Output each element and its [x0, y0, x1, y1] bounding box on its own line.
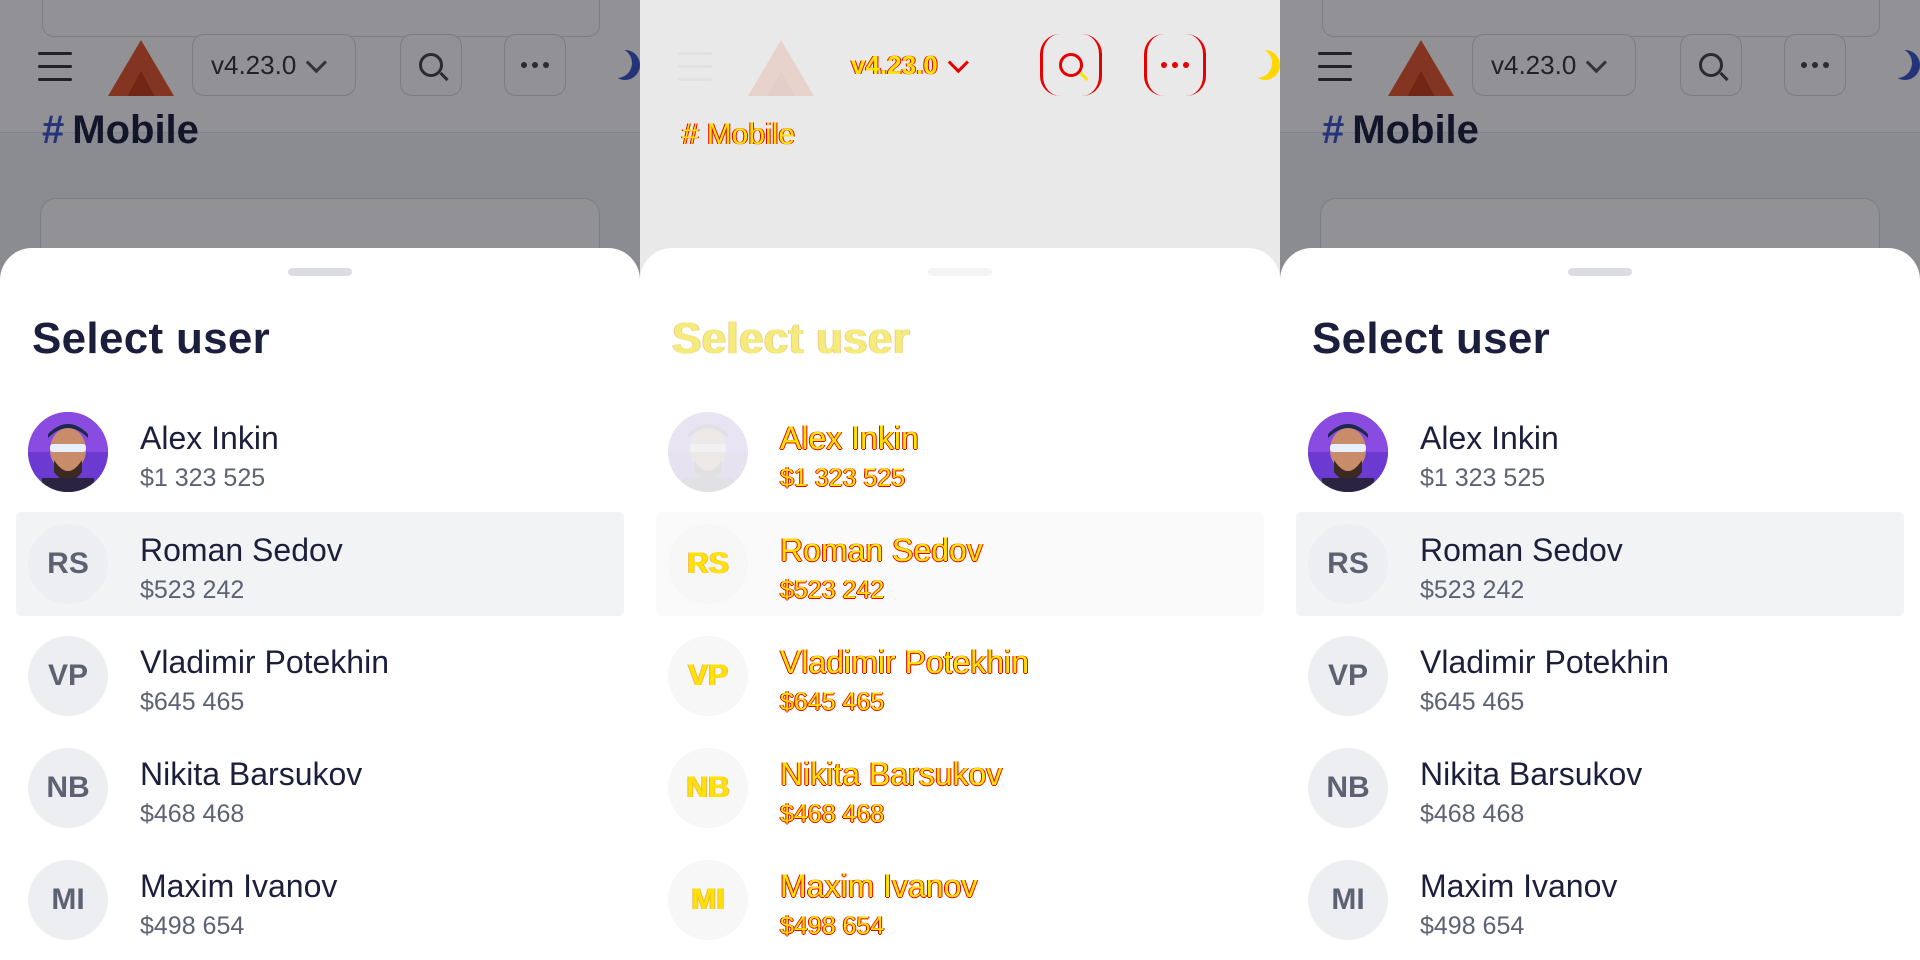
avatar-photo — [28, 412, 108, 492]
user-row[interactable]: MI Maxim Ivanov $498 654 — [656, 848, 1264, 952]
user-name: Roman Sedov — [780, 532, 983, 568]
user-photo-icon — [668, 412, 748, 492]
sheet-drag-handle[interactable] — [1568, 268, 1632, 276]
user-name: Maxim Ivanov — [1420, 868, 1618, 904]
mobile-frame-left: v4.23.0 # Mobile Select user Alex Inkin $1… — [0, 0, 640, 960]
user-row[interactable]: RS Roman Sedov $523 242 — [656, 512, 1264, 616]
user-balance: $498 654 — [140, 912, 245, 940]
user-row[interactable]: Alex Inkin $1 323 525 — [16, 400, 624, 504]
user-list: Alex Inkin $1 323 525 RS Roman Sedov $523 24… — [16, 400, 624, 960]
avatar-initials: RS — [668, 524, 748, 604]
taiga-logo-icon[interactable] — [748, 40, 814, 96]
user-photo-icon — [28, 412, 108, 492]
avatar-initials: NB — [1308, 748, 1388, 828]
avatar-initials: RS — [1308, 524, 1388, 604]
user-name: Roman Sedov — [140, 532, 343, 568]
select-user-sheet: Select user Alex Inkin $1 323 525 RS Roman … — [1280, 248, 1920, 960]
user-row[interactable]: Alex Inkin $1 323 525 — [656, 400, 1264, 504]
avatar-initials: MI — [668, 860, 748, 940]
user-row[interactable]: VP Vladimir Potekhin $645 465 — [16, 624, 624, 728]
user-balance: $468 468 — [780, 800, 885, 828]
docs-header: v4.23.0 — [640, 0, 1280, 132]
user-balance: $1 323 525 — [1420, 464, 1546, 492]
user-name: Vladimir Potekhin — [140, 644, 389, 680]
avatar-photo — [668, 412, 748, 492]
user-row[interactable]: NB Nikita Barsukov $468 468 — [16, 736, 624, 840]
avatar-initials: NB — [668, 748, 748, 828]
user-row[interactable]: MI Maxim Ivanov $498 654 — [16, 848, 624, 952]
avatar-initials: MI — [1308, 860, 1388, 940]
version-label: v4.23.0 — [851, 49, 938, 80]
user-row[interactable]: MI Maxim Ivanov $498 654 — [1296, 848, 1904, 952]
user-row[interactable]: RS Roman Sedov $523 242 — [1296, 512, 1904, 616]
user-balance: $645 465 — [780, 688, 885, 716]
search-button[interactable] — [1040, 34, 1102, 96]
hamburger-menu-icon[interactable] — [676, 52, 714, 82]
user-list: Alex Inkin $1 323 525 RS Roman Sedov $523 24… — [656, 400, 1264, 960]
user-name: Nikita Barsukov — [140, 756, 363, 792]
avatar-initials: VP — [28, 636, 108, 716]
user-balance: $498 654 — [780, 912, 885, 940]
search-icon — [1059, 53, 1083, 77]
avatar-initials: MI — [28, 860, 108, 940]
avatar-initials: VP — [668, 636, 748, 716]
sheet-title: Select user — [672, 314, 911, 363]
user-balance: $523 242 — [780, 576, 885, 604]
user-balance: $645 465 — [140, 688, 245, 716]
avatar-initials: VP — [1308, 636, 1388, 716]
moon-icon[interactable] — [1250, 50, 1280, 80]
user-balance: $523 242 — [140, 576, 245, 604]
user-name: Nikita Barsukov — [1420, 756, 1643, 792]
page-heading-text: Mobile — [706, 118, 796, 151]
user-list: Alex Inkin $1 323 525 RS Roman Sedov $523 24… — [1296, 400, 1904, 960]
user-row[interactable]: VP Vladimir Potekhin $645 465 — [656, 624, 1264, 728]
user-name: Vladimir Potekhin — [780, 644, 1029, 680]
more-horizontal-icon — [1161, 62, 1189, 68]
mobile-frame-right: v4.23.0 # Mobile Select user Alex Inkin $1… — [1280, 0, 1920, 960]
mobile-frame-diff: v4.23.0 # Mobile Select user Alex Inkin $1… — [640, 0, 1280, 960]
user-name: Alex Inkin — [780, 420, 919, 456]
user-name: Alex Inkin — [140, 420, 279, 456]
user-balance: $523 242 — [1420, 576, 1525, 604]
user-row[interactable]: Alex Inkin $1 323 525 — [1296, 400, 1904, 504]
user-row[interactable]: VP Vladimir Potekhin $645 465 — [1296, 624, 1904, 728]
user-balance: $468 468 — [1420, 800, 1525, 828]
user-row[interactable]: NB Nikita Barsukov $468 468 — [656, 736, 1264, 840]
user-name: Maxim Ivanov — [140, 868, 338, 904]
avatar-photo — [1308, 412, 1388, 492]
select-user-sheet: Select user Alex Inkin $1 323 525 RS Roman … — [640, 248, 1280, 960]
user-row[interactable]: NB Nikita Barsukov $468 468 — [1296, 736, 1904, 840]
sheet-drag-handle[interactable] — [288, 268, 352, 276]
user-balance: $1 323 525 — [140, 464, 266, 492]
avatar-initials: NB — [28, 748, 108, 828]
user-name: Vladimir Potekhin — [1420, 644, 1669, 680]
heading-anchor-hash[interactable]: # — [682, 118, 699, 151]
user-balance: $468 468 — [140, 800, 245, 828]
sheet-drag-handle[interactable] — [928, 268, 992, 276]
user-name: Maxim Ivanov — [780, 868, 978, 904]
chevron-down-icon — [947, 51, 969, 73]
select-user-sheet: Select user Alex Inkin $1 323 525 RS Roman … — [0, 248, 640, 960]
user-row[interactable]: RS Roman Sedov $523 242 — [16, 512, 624, 616]
sheet-title: Select user — [1312, 314, 1551, 363]
more-options-button[interactable] — [1144, 34, 1206, 96]
user-name: Roman Sedov — [1420, 532, 1623, 568]
user-balance: $1 323 525 — [780, 464, 906, 492]
user-photo-icon — [1308, 412, 1388, 492]
version-select[interactable]: v4.23.0 — [832, 34, 996, 96]
avatar-initials: RS — [28, 524, 108, 604]
user-balance: $645 465 — [1420, 688, 1525, 716]
user-name: Alex Inkin — [1420, 420, 1559, 456]
page-heading: # Mobile — [682, 118, 795, 152]
sheet-title: Select user — [32, 314, 271, 363]
user-balance: $498 654 — [1420, 912, 1525, 940]
user-name: Nikita Barsukov — [780, 756, 1003, 792]
